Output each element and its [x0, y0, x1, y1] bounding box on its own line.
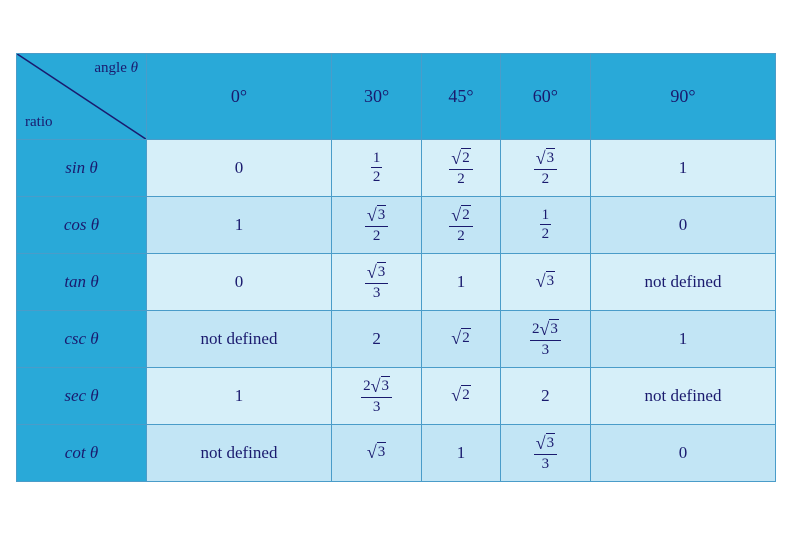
sec-90: not defined [591, 367, 776, 424]
cos-90: 0 [591, 196, 776, 253]
corner-ratio-label: ratio [25, 114, 53, 131]
cot-30: 3 [331, 424, 421, 481]
sin-label: sin θ [17, 139, 147, 196]
sec-45: 2 [422, 367, 501, 424]
cos-label: cos θ [17, 196, 147, 253]
sin-45: 2 2 [422, 139, 501, 196]
sin-60: 3 2 [500, 139, 590, 196]
corner-angle-label: angle θ [94, 60, 138, 77]
csc-30: 2 [331, 310, 421, 367]
sin-0: 0 [147, 139, 332, 196]
header-0deg: 0° [147, 53, 332, 139]
csc-row: csc θ not defined 2 2 23 3 1 [17, 310, 776, 367]
header-60deg: 60° [500, 53, 590, 139]
header-30deg: 30° [331, 53, 421, 139]
cos-45: 2 2 [422, 196, 501, 253]
cot-label: cot θ [17, 424, 147, 481]
csc-45: 2 [422, 310, 501, 367]
sin-30: 1 2 [331, 139, 421, 196]
tan-90: not defined [591, 253, 776, 310]
cos-30: 3 2 [331, 196, 421, 253]
tan-row: tan θ 0 3 3 1 3 not defined [17, 253, 776, 310]
tan-60: 3 [500, 253, 590, 310]
cot-90: 0 [591, 424, 776, 481]
tan-0: 0 [147, 253, 332, 310]
tan-45: 1 [422, 253, 501, 310]
header-45deg: 45° [422, 53, 501, 139]
cos-0: 1 [147, 196, 332, 253]
sin-row: sin θ 0 1 2 2 2 3 2 1 [17, 139, 776, 196]
sec-60: 2 [500, 367, 590, 424]
csc-label: csc θ [17, 310, 147, 367]
sin-90: 1 [591, 139, 776, 196]
corner-header: angle θ ratio [17, 53, 147, 139]
tan-label: tan θ [17, 253, 147, 310]
sec-30: 23 3 [331, 367, 421, 424]
csc-0: not defined [147, 310, 332, 367]
trig-table: angle θ ratio 0° 30° 45° 60° 90° sin θ 0… [16, 53, 776, 482]
csc-60: 23 3 [500, 310, 590, 367]
header-90deg: 90° [591, 53, 776, 139]
sec-row: sec θ 1 23 3 2 2 not defined [17, 367, 776, 424]
sec-0: 1 [147, 367, 332, 424]
sec-label: sec θ [17, 367, 147, 424]
cot-0: not defined [147, 424, 332, 481]
cot-60: 3 3 [500, 424, 590, 481]
cot-row: cot θ not defined 3 1 3 3 0 [17, 424, 776, 481]
tan-30: 3 3 [331, 253, 421, 310]
csc-90: 1 [591, 310, 776, 367]
cot-45: 1 [422, 424, 501, 481]
cos-row: cos θ 1 3 2 2 2 1 2 0 [17, 196, 776, 253]
cos-60: 1 2 [500, 196, 590, 253]
